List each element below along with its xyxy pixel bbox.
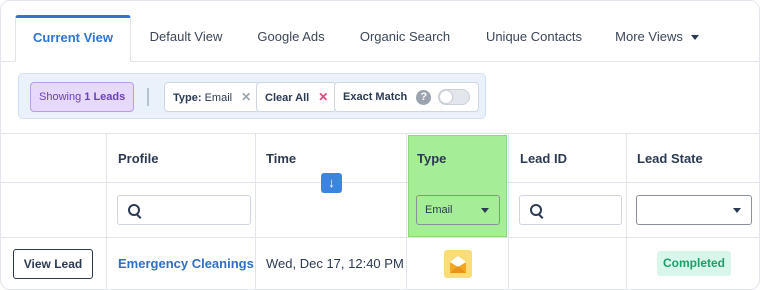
column-divider bbox=[626, 133, 627, 289]
exact-match-chip: Exact Match ? bbox=[334, 82, 480, 112]
column-divider bbox=[106, 133, 107, 289]
filter-divider bbox=[147, 88, 149, 106]
tab-label: Unique Contacts bbox=[485, 29, 583, 44]
lead-state-filter-select[interactable] bbox=[636, 195, 752, 225]
profile-search-input[interactable] bbox=[117, 195, 251, 225]
tab-current-view[interactable]: Current View bbox=[15, 15, 131, 62]
column-divider bbox=[508, 133, 509, 289]
filter-row-border bbox=[1, 237, 759, 238]
tab-label: Organic Search bbox=[359, 29, 451, 44]
tab-label: More Views bbox=[615, 29, 683, 44]
profile-link[interactable]: Emergency Cleanings bbox=[118, 256, 254, 271]
email-icon bbox=[444, 250, 472, 278]
tab-label: Google Ads bbox=[257, 29, 325, 44]
column-header-type[interactable]: Type bbox=[417, 151, 446, 166]
chevron-down-icon bbox=[733, 208, 741, 213]
exact-match-toggle[interactable] bbox=[438, 89, 471, 106]
showing-count: 1 Leads bbox=[84, 91, 126, 103]
column-divider bbox=[255, 133, 256, 289]
view-tabs: Current View Default View Google Ads Org… bbox=[1, 1, 759, 62]
type-filter-select[interactable]: Email bbox=[416, 195, 500, 225]
search-icon bbox=[128, 204, 140, 216]
sort-arrow-icon[interactable]: ↓ bbox=[321, 173, 342, 193]
table-top-border bbox=[1, 133, 759, 134]
tab-organic-search[interactable]: Organic Search bbox=[353, 15, 457, 61]
chevron-down-icon bbox=[481, 208, 489, 213]
lead-id-search-input[interactable] bbox=[519, 195, 622, 225]
tab-label: Default View bbox=[149, 29, 223, 44]
column-header-profile[interactable]: Profile bbox=[118, 151, 158, 166]
column-header-lead-state[interactable]: Lead State bbox=[637, 151, 703, 166]
close-icon: ✕ bbox=[318, 90, 329, 104]
remove-filter-icon[interactable]: ✕ bbox=[241, 90, 251, 104]
column-header-time[interactable]: Time bbox=[266, 151, 296, 166]
column-header-lead-id[interactable]: Lead ID bbox=[520, 151, 567, 166]
type-filter-selected: Email bbox=[425, 204, 453, 216]
exact-match-label: Exact Match bbox=[343, 91, 408, 103]
help-icon[interactable]: ? bbox=[416, 89, 432, 105]
view-lead-button[interactable]: View Lead bbox=[13, 249, 93, 279]
clear-all-button[interactable]: Clear All ✕ bbox=[256, 82, 338, 112]
clear-all-label: Clear All bbox=[265, 92, 310, 104]
filter-bar: Showing 1 Leads Type: Email ✕ Clear All … bbox=[18, 73, 486, 119]
leads-panel: Current View Default View Google Ads Org… bbox=[0, 0, 760, 290]
tab-google-ads[interactable]: Google Ads bbox=[251, 15, 331, 61]
tab-unique-contacts[interactable]: Unique Contacts bbox=[479, 15, 589, 61]
tab-more-views[interactable]: More Views bbox=[609, 15, 705, 61]
type-filter-label: Type: bbox=[173, 92, 202, 104]
search-icon bbox=[530, 204, 542, 216]
tab-label: Current View bbox=[33, 30, 113, 45]
lead-time: Wed, Dec 17, 12:40 PM bbox=[266, 256, 404, 271]
header-row-border bbox=[1, 182, 759, 183]
chevron-down-icon bbox=[690, 35, 699, 41]
tab-default-view[interactable]: Default View bbox=[141, 15, 231, 61]
status-badge: Completed bbox=[657, 251, 731, 276]
toggle-knob bbox=[440, 91, 453, 104]
type-filter-value: Email bbox=[204, 92, 233, 104]
showing-count-chip: Showing 1 Leads bbox=[30, 82, 135, 112]
showing-prefix: Showing bbox=[39, 91, 82, 103]
type-filter-chip[interactable]: Type: Email ✕ bbox=[164, 82, 261, 112]
column-divider bbox=[406, 133, 407, 289]
